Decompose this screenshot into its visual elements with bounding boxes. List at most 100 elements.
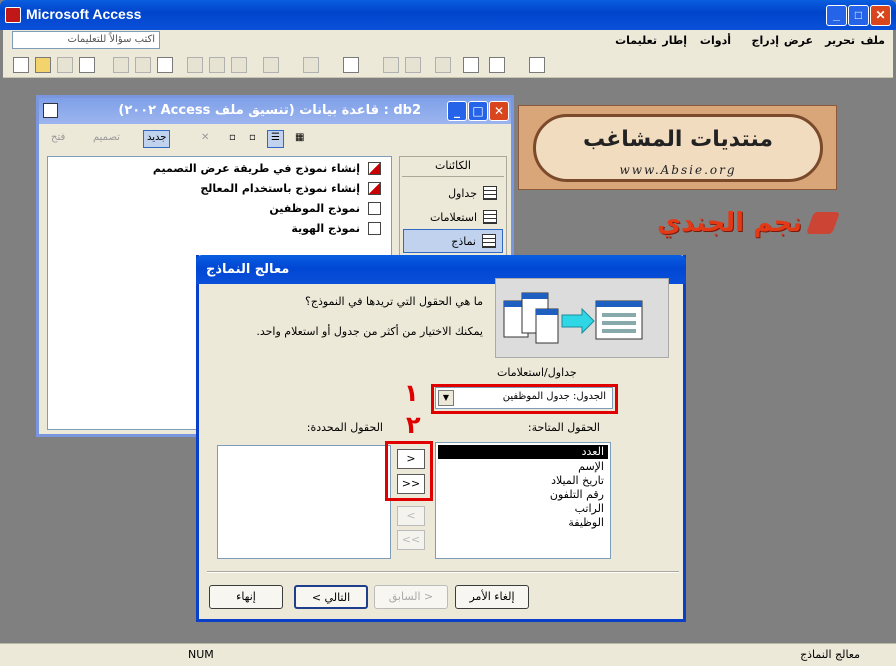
db-window-title-bar: db2 : قاعدة بيانات (تنسيق ملف Access ٢٠٠… bbox=[39, 98, 511, 124]
db-window-title: db2 : قاعدة بيانات (تنسيق ملف Access ٢٠٠… bbox=[118, 103, 421, 118]
small-icons-icon[interactable]: ▫ bbox=[245, 130, 260, 148]
form-icon bbox=[482, 234, 496, 248]
add-field-button[interactable]: > bbox=[397, 449, 425, 469]
db-close-button[interactable]: ✕ bbox=[489, 101, 509, 121]
back-button[interactable]: < السابق bbox=[374, 585, 448, 609]
banner-oval: منتديات المشاغب www.Absie.org bbox=[533, 114, 823, 182]
finish-button[interactable]: إنهاء bbox=[209, 585, 283, 609]
app-title: Microsoft Access bbox=[26, 6, 142, 22]
print-icon[interactable] bbox=[113, 57, 129, 73]
field-item[interactable]: العدد bbox=[438, 445, 608, 459]
app-title-bar: Microsoft Access _ □ ✕ bbox=[0, 0, 896, 30]
menu-view[interactable]: عرض bbox=[784, 34, 813, 47]
help-icon[interactable] bbox=[529, 57, 545, 73]
objects-header: الكائنات bbox=[402, 159, 504, 177]
spelling-icon[interactable] bbox=[157, 57, 173, 73]
access-key-icon bbox=[5, 7, 21, 23]
next-button[interactable]: التالي > bbox=[294, 585, 368, 609]
search-icon[interactable] bbox=[79, 57, 95, 73]
status-text: معالج النماذج bbox=[800, 648, 860, 661]
list-item[interactable]: نموذج الموظفين bbox=[269, 199, 381, 217]
db-toolbar: فتح تصميم جديد ✕ ▫ ▫ ☰ ▦ bbox=[39, 124, 511, 152]
save-icon[interactable] bbox=[57, 57, 73, 73]
forum-banner: منتديات المشاغب www.Absie.org bbox=[518, 105, 837, 190]
db-new-button[interactable]: جديد bbox=[143, 130, 171, 148]
wizard-question: ما هي الحقول التي تريدها في النموذج؟ bbox=[305, 295, 483, 308]
script-icon[interactable] bbox=[405, 57, 421, 73]
field-item[interactable]: رقم التلفون bbox=[550, 488, 604, 502]
list-item[interactable]: نموذج الهوية bbox=[291, 219, 381, 237]
close-button[interactable]: ✕ bbox=[870, 5, 891, 26]
wizard-title: معالج النماذج bbox=[206, 262, 290, 277]
large-icons-icon[interactable]: ▫ bbox=[225, 130, 240, 148]
form-wizard-dialog: معالج النماذج ما هي الحقول التي تريدها ف… bbox=[196, 255, 686, 622]
banner-url: www.Absie.org bbox=[619, 163, 737, 177]
list-view-icon[interactable]: ☰ bbox=[267, 130, 284, 148]
object-queries[interactable]: استعلامات bbox=[403, 205, 503, 229]
pen-icon bbox=[805, 212, 841, 234]
database-icon bbox=[43, 103, 58, 118]
banner-title: منتديات المشاغب bbox=[582, 127, 774, 152]
wizard-icon bbox=[368, 181, 381, 195]
wizard-illustration bbox=[495, 278, 669, 358]
details-view-icon[interactable]: ▦ bbox=[291, 130, 308, 148]
annotation-box-1 bbox=[431, 384, 618, 414]
signature: نجم الجندي bbox=[636, 208, 841, 242]
delete-icon[interactable]: ✕ bbox=[197, 130, 213, 148]
db-minimize-button[interactable]: _ bbox=[447, 101, 467, 121]
annotation-number-1: ١ bbox=[404, 379, 419, 407]
wizard-divider bbox=[207, 571, 679, 573]
standard-toolbar bbox=[3, 52, 893, 78]
available-fields-label: الحقول المتاحة: bbox=[527, 421, 600, 434]
cut-icon[interactable] bbox=[187, 57, 203, 73]
add-all-fields-button[interactable]: >> bbox=[397, 474, 425, 494]
signature-text: نجم الجندي bbox=[657, 208, 802, 238]
table-icon bbox=[483, 186, 497, 200]
list-item[interactable]: إنشاء نموذج في طريقة عرض التصميم bbox=[153, 159, 381, 177]
query-icon bbox=[483, 210, 497, 224]
form-icon bbox=[368, 201, 381, 215]
minimize-button[interactable]: _ bbox=[826, 5, 847, 26]
code-icon[interactable] bbox=[383, 57, 399, 73]
analyze-icon[interactable] bbox=[343, 57, 359, 73]
wizard-icon bbox=[368, 161, 381, 175]
object-tables[interactable]: جداول bbox=[403, 181, 503, 205]
menu-file[interactable]: ملف bbox=[861, 34, 885, 47]
db-design-button[interactable]: تصميم bbox=[89, 130, 124, 148]
available-fields-list[interactable]: العدد الإسم تاريخ الميلاد رقم التلفون ال… bbox=[435, 442, 611, 559]
relationships-icon[interactable] bbox=[463, 57, 479, 73]
menu-help[interactable]: تعليمات bbox=[615, 34, 657, 47]
field-item[interactable]: الراتب bbox=[575, 502, 604, 516]
status-bar: معالج النماذج NUM bbox=[0, 643, 896, 666]
open-icon[interactable] bbox=[35, 57, 51, 73]
undo-icon[interactable] bbox=[263, 57, 279, 73]
new-object-icon[interactable] bbox=[489, 57, 505, 73]
list-item[interactable]: إنشاء نموذج باستخدام المعالج bbox=[200, 179, 381, 197]
cancel-button[interactable]: إلغاء الأمر bbox=[455, 585, 529, 609]
maximize-button[interactable]: □ bbox=[848, 5, 869, 26]
selected-fields-list[interactable] bbox=[217, 445, 391, 559]
field-item[interactable]: الوظيفة bbox=[568, 516, 604, 530]
new-icon[interactable] bbox=[13, 57, 29, 73]
field-item[interactable]: تاريخ الميلاد bbox=[551, 474, 604, 488]
object-forms[interactable]: نماذج bbox=[403, 229, 503, 253]
menu-tools[interactable]: أدوات bbox=[700, 34, 731, 47]
db-open-button[interactable]: فتح bbox=[47, 130, 69, 148]
remove-all-fields-button[interactable]: << bbox=[397, 530, 425, 550]
menu-window[interactable]: إطار bbox=[662, 34, 687, 47]
db-maximize-button[interactable]: □ bbox=[468, 101, 488, 121]
menu-insert[interactable]: إدراج bbox=[752, 34, 779, 47]
form-icon bbox=[368, 221, 381, 235]
office-links-icon[interactable] bbox=[303, 57, 319, 73]
print-preview-icon[interactable] bbox=[135, 57, 151, 73]
properties-icon[interactable] bbox=[435, 57, 451, 73]
help-search-input[interactable]: اكتب سؤالاً للتعليمات bbox=[12, 31, 160, 49]
remove-field-button[interactable]: < bbox=[397, 506, 425, 526]
copy-icon[interactable] bbox=[209, 57, 225, 73]
menu-edit[interactable]: تحرير bbox=[825, 34, 855, 47]
selected-fields-label: الحقول المحددة: bbox=[306, 421, 383, 434]
wizard-hint: يمكنك الاختيار من أكثر من جدول أو استعلا… bbox=[256, 325, 483, 338]
tables-queries-label: جداول/استعلامات bbox=[497, 366, 577, 379]
field-item[interactable]: الإسم bbox=[578, 460, 604, 474]
paste-icon[interactable] bbox=[231, 57, 247, 73]
